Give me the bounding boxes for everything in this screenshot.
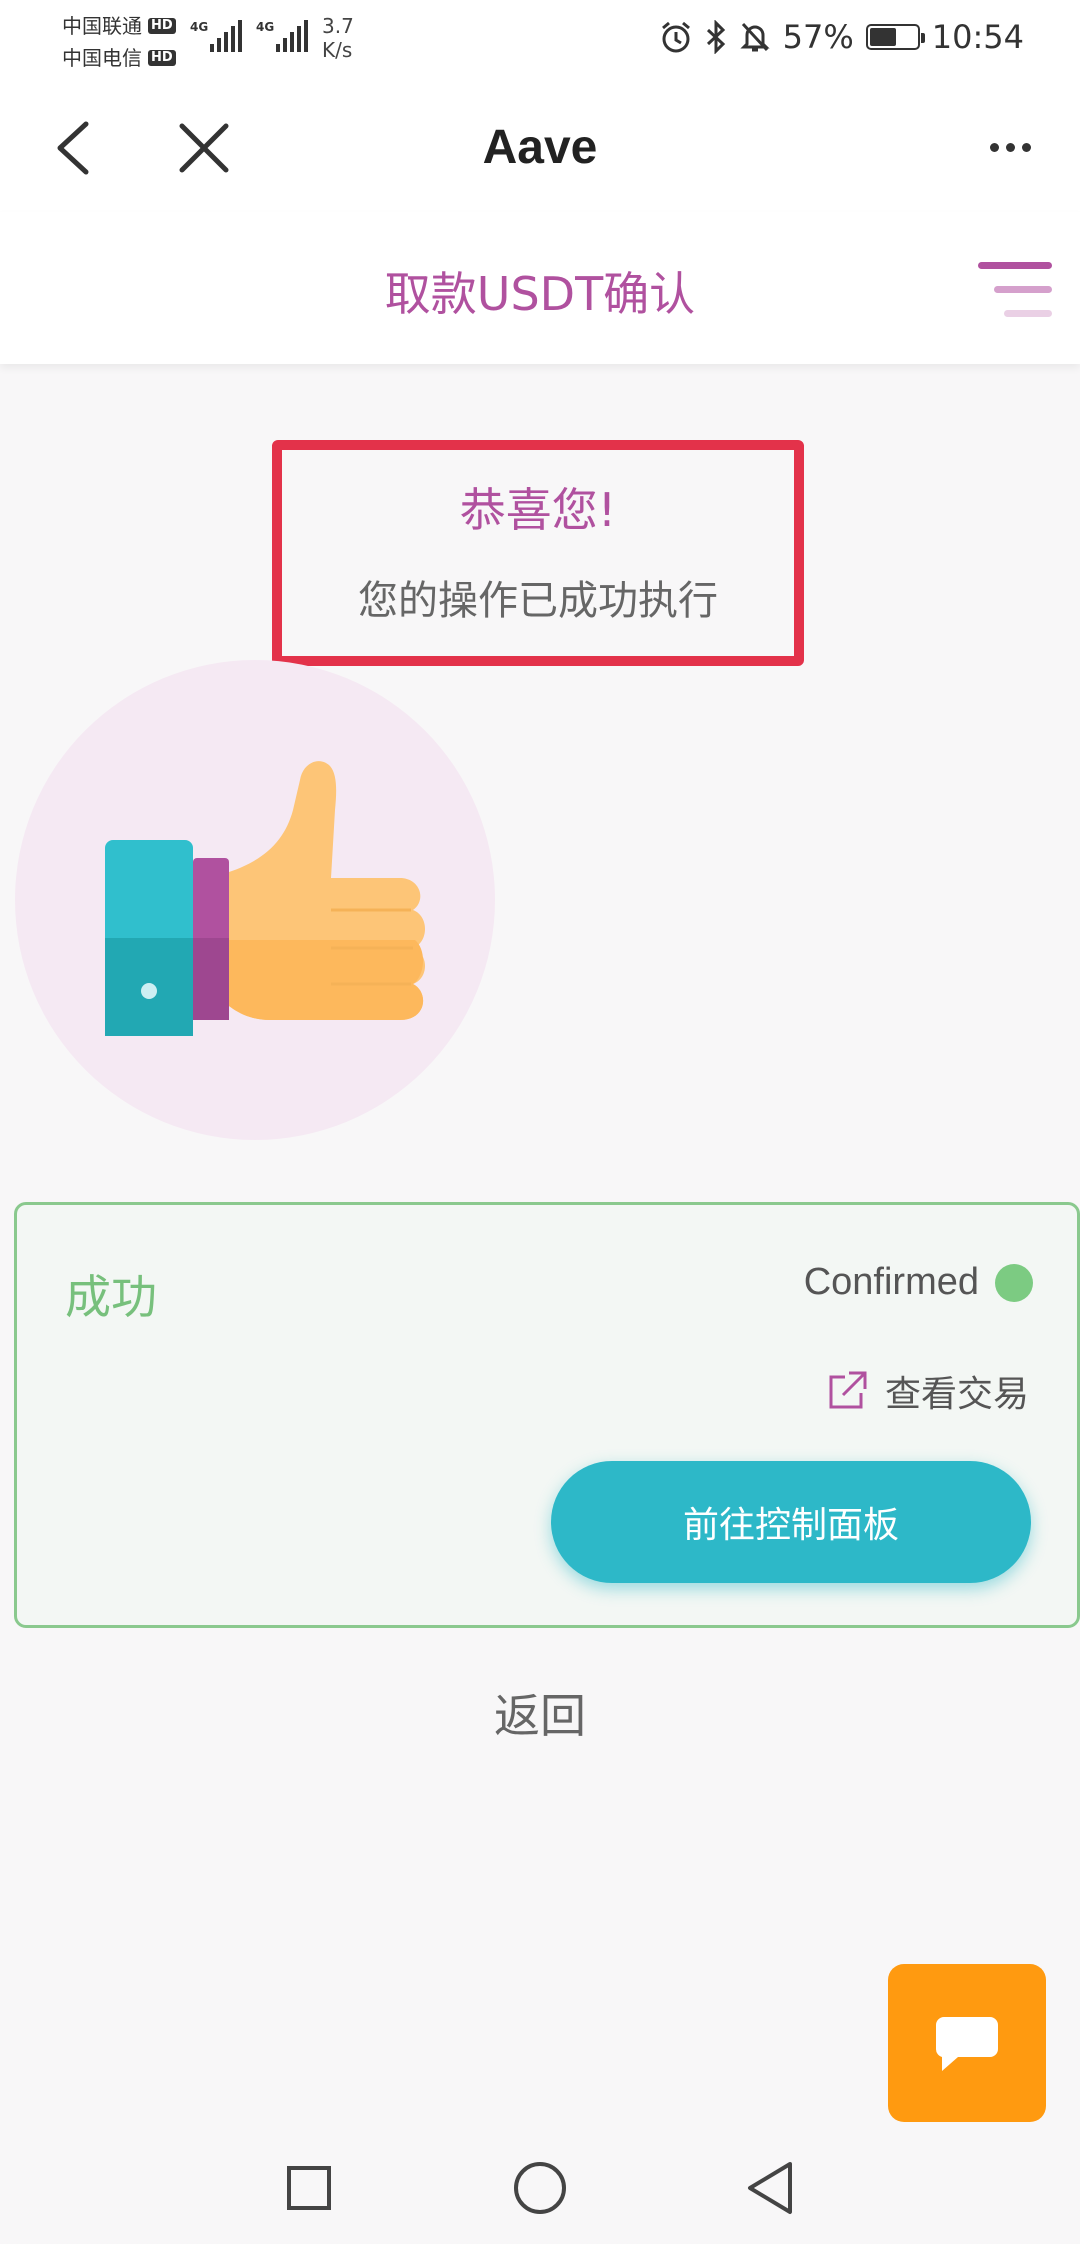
page-header: 取款USDT确认 bbox=[0, 212, 1080, 364]
recent-apps-icon[interactable] bbox=[287, 2166, 331, 2210]
status-label: 成功 bbox=[65, 1270, 157, 1324]
carrier-2-label: 中国电信 bbox=[62, 46, 142, 70]
nav-title: Aave bbox=[482, 121, 598, 174]
menu-icon[interactable] bbox=[974, 262, 1052, 322]
view-transaction-label: 查看交易 bbox=[884, 1374, 1029, 1415]
congrats-subtitle: 您的操作已成功执行 bbox=[358, 578, 718, 624]
home-icon[interactable] bbox=[514, 2162, 566, 2214]
go-to-dashboard-button[interactable]: 前往控制面板 bbox=[551, 1461, 1031, 1583]
mute-bell-icon bbox=[740, 22, 770, 52]
network-speed: 3.7 K/s bbox=[322, 14, 354, 62]
hd-badge: HD bbox=[148, 50, 176, 66]
hd-badge: HD bbox=[148, 18, 176, 34]
back-link[interactable]: 返回 bbox=[0, 1680, 1080, 1746]
confirmed-indicator: Confirmed bbox=[804, 1261, 1033, 1304]
bluetooth-icon bbox=[706, 20, 725, 54]
more-options-icon[interactable] bbox=[980, 122, 1040, 172]
status-icons: 57% 10:54 bbox=[659, 18, 1024, 56]
page-title: 取款USDT确认 bbox=[384, 267, 696, 321]
signal-strength-icon: 4G bbox=[190, 18, 242, 52]
system-back-icon[interactable] bbox=[742, 2158, 798, 2218]
alarm-icon bbox=[661, 21, 690, 53]
signal-indicators: 4G 4G bbox=[190, 18, 308, 52]
nav-bar: Aave bbox=[0, 82, 1080, 212]
confirmed-dot-icon bbox=[995, 1263, 1033, 1302]
signal-strength-icon: 4G bbox=[256, 18, 308, 52]
external-link-icon bbox=[829, 1371, 867, 1409]
view-transaction-link[interactable]: 查看交易 bbox=[825, 1365, 1029, 1417]
congrats-title: 恭喜您! bbox=[459, 483, 617, 537]
battery-percent: 57% bbox=[782, 18, 854, 56]
battery-icon bbox=[865, 24, 925, 50]
transaction-status-card: 成功 Confirmed 查看交易 前往控制面板 bbox=[14, 1202, 1080, 1628]
congrats-box: 恭喜您! 您的操作已成功执行 bbox=[272, 440, 804, 666]
status-bar: 中国联通 HD 中国电信 HD 4G 4G 3.7 K/s 57% 10:54 bbox=[0, 0, 1080, 82]
thumbs-up-icon bbox=[105, 761, 425, 1036]
confirmed-label: Confirmed bbox=[803, 1261, 979, 1303]
chat-bubble-icon bbox=[935, 2017, 998, 2071]
chat-button[interactable] bbox=[888, 1964, 1046, 2122]
carrier-1-label: 中国联通 bbox=[62, 14, 142, 38]
system-navigation-bar bbox=[0, 2132, 1080, 2244]
carrier-info: 中国联通 HD 中国电信 HD bbox=[62, 10, 176, 74]
clock: 10:54 bbox=[931, 18, 1024, 56]
